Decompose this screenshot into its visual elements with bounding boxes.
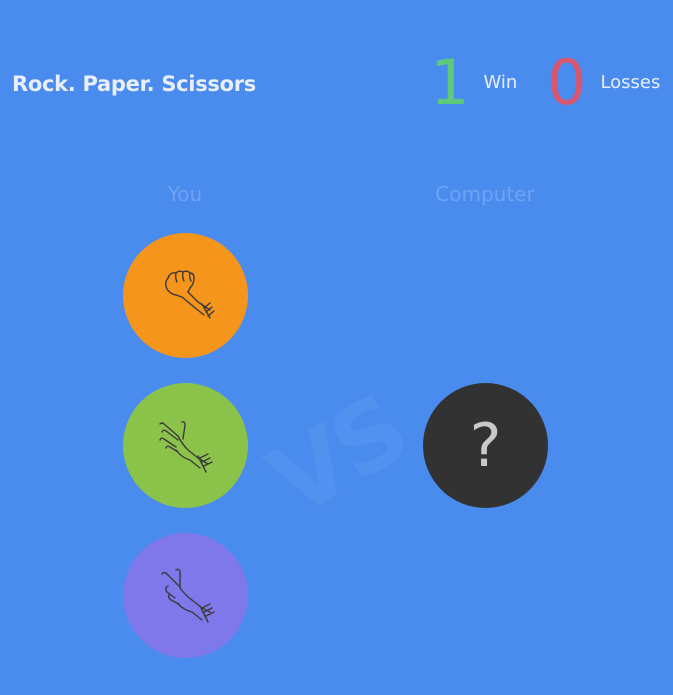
- page-title: Rock. Paper. Scissors: [12, 72, 256, 96]
- open-hand-icon: [158, 420, 213, 473]
- paper-button[interactable]: [123, 383, 248, 508]
- fist-icon: [164, 270, 215, 319]
- scissors-button[interactable]: [123, 533, 248, 658]
- losses-count: 0: [547, 46, 587, 119]
- peace-hand-icon: [160, 568, 215, 623]
- vs-watermark: VS: [251, 373, 425, 539]
- question-mark-icon: ?: [469, 410, 502, 481]
- you-label: You: [167, 182, 203, 206]
- losses-score: 0 Losses: [547, 48, 660, 118]
- rock-button[interactable]: [123, 233, 248, 358]
- computer-choice: ?: [423, 383, 548, 508]
- wins-score: 1 Win: [430, 48, 517, 118]
- computer-label: Computer: [435, 182, 535, 206]
- wins-label: Win: [483, 71, 518, 93]
- wins-count: 1: [430, 46, 470, 119]
- losses-label: Losses: [600, 71, 661, 93]
